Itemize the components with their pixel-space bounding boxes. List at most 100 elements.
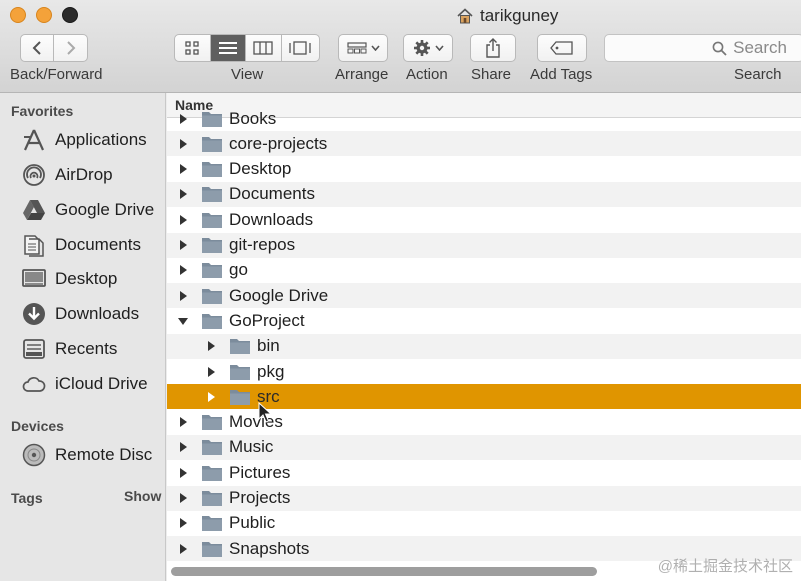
list-item[interactable]: pkg (167, 359, 801, 384)
disclosure-triangle-down-icon[interactable] (177, 315, 189, 327)
sidebar-item-label: Documents (55, 235, 141, 254)
disclosure-triangle-right-icon[interactable] (177, 543, 189, 555)
window-title-text: tarikguney (480, 6, 559, 25)
sidebar-item-label: iCloud Drive (55, 374, 148, 393)
disclosure-triangle-right-icon[interactable] (177, 290, 189, 302)
list-item[interactable]: core-projects (167, 131, 801, 157)
back-button[interactable] (21, 35, 55, 61)
disclosure-triangle-right-icon[interactable] (177, 188, 189, 200)
folder-icon (202, 288, 222, 304)
list-item[interactable]: Public (167, 511, 801, 536)
gallery-view-icon (289, 41, 311, 55)
list-item[interactable]: GoProject (167, 308, 801, 333)
folder-icon (202, 541, 222, 557)
file-name: pkg (257, 361, 285, 381)
list-item[interactable]: git-repos (167, 232, 801, 258)
folder-icon (202, 313, 222, 329)
applications-icon (23, 129, 45, 151)
action-label: Action (406, 66, 448, 83)
add-tags-label: Add Tags (530, 66, 593, 83)
sidebar-item-applications[interactable]: Applications (22, 127, 147, 153)
list-view-button[interactable] (210, 35, 247, 61)
file-name: Music (229, 437, 274, 457)
sidebar-item-recents[interactable]: Recents (22, 336, 117, 362)
devices-heading: Devices (11, 418, 64, 434)
file-name: core-projects (229, 133, 328, 153)
list-item[interactable]: Books (167, 106, 801, 131)
chevron-right-icon (66, 41, 75, 55)
arrange-button[interactable] (338, 34, 388, 62)
list-item[interactable]: Projects (167, 485, 801, 511)
add-tags-button[interactable] (537, 34, 587, 62)
sidebar-item-label: Recents (55, 339, 118, 358)
disc-icon (22, 443, 46, 467)
recents-icon (23, 339, 45, 359)
list-item[interactable]: Pictures (167, 460, 801, 485)
share-icon (486, 38, 500, 58)
sidebar-item-icloud-drive[interactable]: iCloud Drive (22, 371, 148, 397)
disclosure-triangle-right-icon[interactable] (177, 163, 189, 175)
disclosure-triangle-right-icon[interactable] (177, 416, 189, 428)
list-item[interactable]: Music (167, 434, 801, 460)
file-name: Pictures (229, 462, 291, 482)
folder-icon (230, 339, 250, 355)
view-switcher (174, 34, 320, 62)
gallery-view-button[interactable] (282, 35, 319, 61)
action-button[interactable] (403, 34, 453, 62)
share-button[interactable] (470, 34, 516, 62)
forward-button[interactable] (54, 35, 87, 61)
disclosure-triangle-right-icon[interactable] (177, 441, 189, 453)
disclosure-triangle-right-icon[interactable] (205, 366, 217, 378)
disclosure-triangle-right-icon[interactable] (177, 113, 189, 125)
sidebar-item-remote-disc[interactable]: Remote Disc (22, 442, 152, 468)
sidebar-item-airdrop[interactable]: AirDrop (22, 162, 113, 188)
disclosure-triangle-right-icon[interactable] (205, 340, 217, 352)
disclosure-triangle-right-icon[interactable] (177, 239, 189, 251)
disclosure-triangle-right-icon[interactable] (177, 138, 189, 150)
arrange-label: Arrange (335, 66, 389, 83)
list-item[interactable]: Google Drive (167, 283, 801, 309)
search-field[interactable]: Search (604, 34, 801, 62)
back-forward-label: Back/Forward (10, 66, 103, 83)
airdrop-icon (23, 164, 45, 186)
watermark: @稀土掘金技术社区 (657, 558, 793, 575)
sidebar-item-downloads[interactable]: Downloads (22, 301, 139, 327)
disclosure-triangle-right-icon[interactable] (177, 517, 189, 529)
sidebar-item-documents[interactable]: Documents (22, 232, 141, 258)
file-name: Books (229, 108, 277, 128)
list-item[interactable]: bin (167, 333, 801, 359)
sidebar-item-label: Remote Disc (55, 445, 153, 464)
disclosure-triangle-right-icon[interactable] (177, 264, 189, 276)
list-item[interactable]: Desktop (167, 157, 801, 182)
window-title: tarikguney (456, 5, 558, 27)
disclosure-triangle-right-icon[interactable] (177, 214, 189, 226)
maximize-window-button[interactable] (62, 7, 78, 23)
folder-icon (230, 364, 250, 380)
documents-icon (24, 235, 44, 257)
column-view-button[interactable] (246, 35, 282, 61)
disclosure-triangle-right-icon[interactable] (205, 391, 217, 403)
sidebar-item-label: Downloads (55, 304, 140, 323)
toolbar: tarikguney Back/Forward View Arrange Act… (0, 0, 801, 93)
close-window-button[interactable] (10, 7, 26, 23)
list-item[interactable]: go (167, 258, 801, 283)
share-label: Share (471, 66, 512, 83)
sidebar-item-desktop[interactable]: Desktop (22, 266, 117, 292)
horizontal-scrollbar[interactable] (171, 567, 597, 576)
folder-icon (202, 187, 222, 203)
icon-view-button[interactable] (175, 35, 211, 61)
sidebar-item-google-drive[interactable]: Google Drive (22, 197, 154, 223)
folder-icon (202, 263, 222, 279)
sidebar: Favorites Applications AirDrop Google Dr… (0, 93, 166, 581)
disclosure-triangle-right-icon[interactable] (177, 467, 189, 479)
disclosure-triangle-right-icon[interactable] (177, 492, 189, 504)
tag-icon (550, 41, 573, 55)
list-item[interactable]: Documents (167, 181, 801, 207)
view-label: View (231, 66, 264, 83)
folder-icon (202, 465, 222, 481)
tags-show-button[interactable]: Show (124, 488, 161, 504)
sidebar-item-label: AirDrop (55, 165, 113, 184)
minimize-window-button[interactable] (36, 7, 52, 23)
search-label: Search (734, 66, 782, 83)
list-item[interactable]: Downloads (167, 207, 801, 232)
